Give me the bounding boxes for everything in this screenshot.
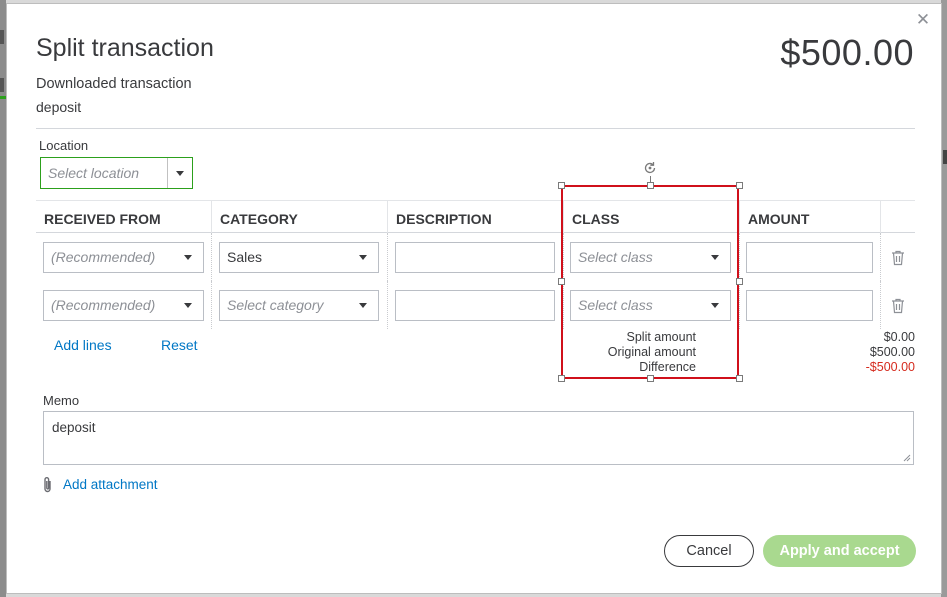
column-header-category: CATEGORY — [220, 211, 298, 227]
location-label: Location — [39, 138, 89, 153]
location-select[interactable]: Select location — [40, 157, 193, 189]
resize-handle[interactable] — [736, 182, 743, 189]
apply-and-accept-button[interactable]: Apply and accept — [763, 535, 916, 567]
category-value: Sales — [227, 249, 263, 265]
resize-handle[interactable] — [736, 278, 743, 285]
description-input[interactable] — [395, 290, 555, 321]
table-row: (Recommended) Select category Select cla… — [36, 281, 915, 329]
split-transaction-dialog: ✕ Split transaction $500.00 Downloaded t… — [6, 3, 942, 594]
table-header: RECEIVED FROM CATEGORY DESCRIPTION CLASS… — [36, 200, 915, 233]
selection-rectangle — [561, 185, 739, 379]
cancel-button[interactable]: Cancel — [664, 535, 754, 567]
rotate-connector — [650, 176, 651, 183]
add-lines-link[interactable]: Add lines — [54, 337, 112, 353]
resize-handle[interactable] — [558, 278, 565, 285]
trash-icon[interactable] — [891, 250, 905, 266]
dialog-title: Split transaction — [36, 34, 214, 62]
rotate-icon[interactable] — [642, 160, 658, 176]
received-from-select[interactable]: (Recommended) — [43, 290, 204, 321]
chevron-down-icon — [184, 255, 192, 260]
split-amount-value: $0.00 — [883, 330, 915, 344]
difference-value: -$500.00 — [865, 360, 915, 374]
amount-input[interactable] — [746, 290, 873, 321]
description-input[interactable] — [395, 242, 555, 273]
resize-handle[interactable] — [647, 375, 654, 382]
chevron-down-icon — [359, 303, 367, 308]
chevron-down-icon — [184, 303, 192, 308]
resize-grip-icon[interactable] — [903, 454, 911, 462]
trash-icon[interactable] — [891, 298, 905, 314]
header-divider — [36, 128, 915, 129]
resize-handle[interactable] — [558, 182, 565, 189]
add-attachment-link[interactable]: Add attachment — [63, 477, 158, 492]
close-icon[interactable]: ✕ — [915, 11, 931, 28]
column-header-description: DESCRIPTION — [396, 211, 492, 227]
memo-value: deposit — [52, 420, 96, 435]
received-from-value: (Recommended) — [51, 249, 156, 265]
column-header-received-from: RECEIVED FROM — [44, 211, 161, 227]
received-from-select[interactable]: (Recommended) — [43, 242, 204, 273]
category-select[interactable]: Select category — [219, 290, 379, 321]
column-header-amount: AMOUNT — [748, 211, 810, 227]
memo-field[interactable]: deposit — [43, 411, 914, 465]
received-from-value: (Recommended) — [51, 297, 156, 313]
location-dropdown-toggle[interactable] — [167, 158, 192, 188]
memo-label: Memo — [43, 393, 80, 408]
amount-input[interactable] — [746, 242, 873, 273]
paperclip-icon — [44, 477, 51, 493]
transaction-total: $500.00 — [780, 32, 914, 73]
chevron-down-icon — [359, 255, 367, 260]
original-amount-value: $500.00 — [869, 345, 915, 359]
source-value: deposit — [36, 99, 82, 115]
resize-handle[interactable] — [558, 375, 565, 382]
resize-handle[interactable] — [647, 182, 654, 189]
chevron-down-icon — [176, 170, 184, 176]
reset-link[interactable]: Reset — [161, 337, 198, 353]
table-row: (Recommended) Sales Select class — [36, 233, 915, 281]
category-select[interactable]: Sales — [219, 242, 379, 273]
resize-handle[interactable] — [736, 375, 743, 382]
source-heading: Downloaded transaction — [36, 76, 192, 92]
category-value: Select category — [227, 297, 324, 313]
location-placeholder: Select location — [48, 165, 140, 181]
